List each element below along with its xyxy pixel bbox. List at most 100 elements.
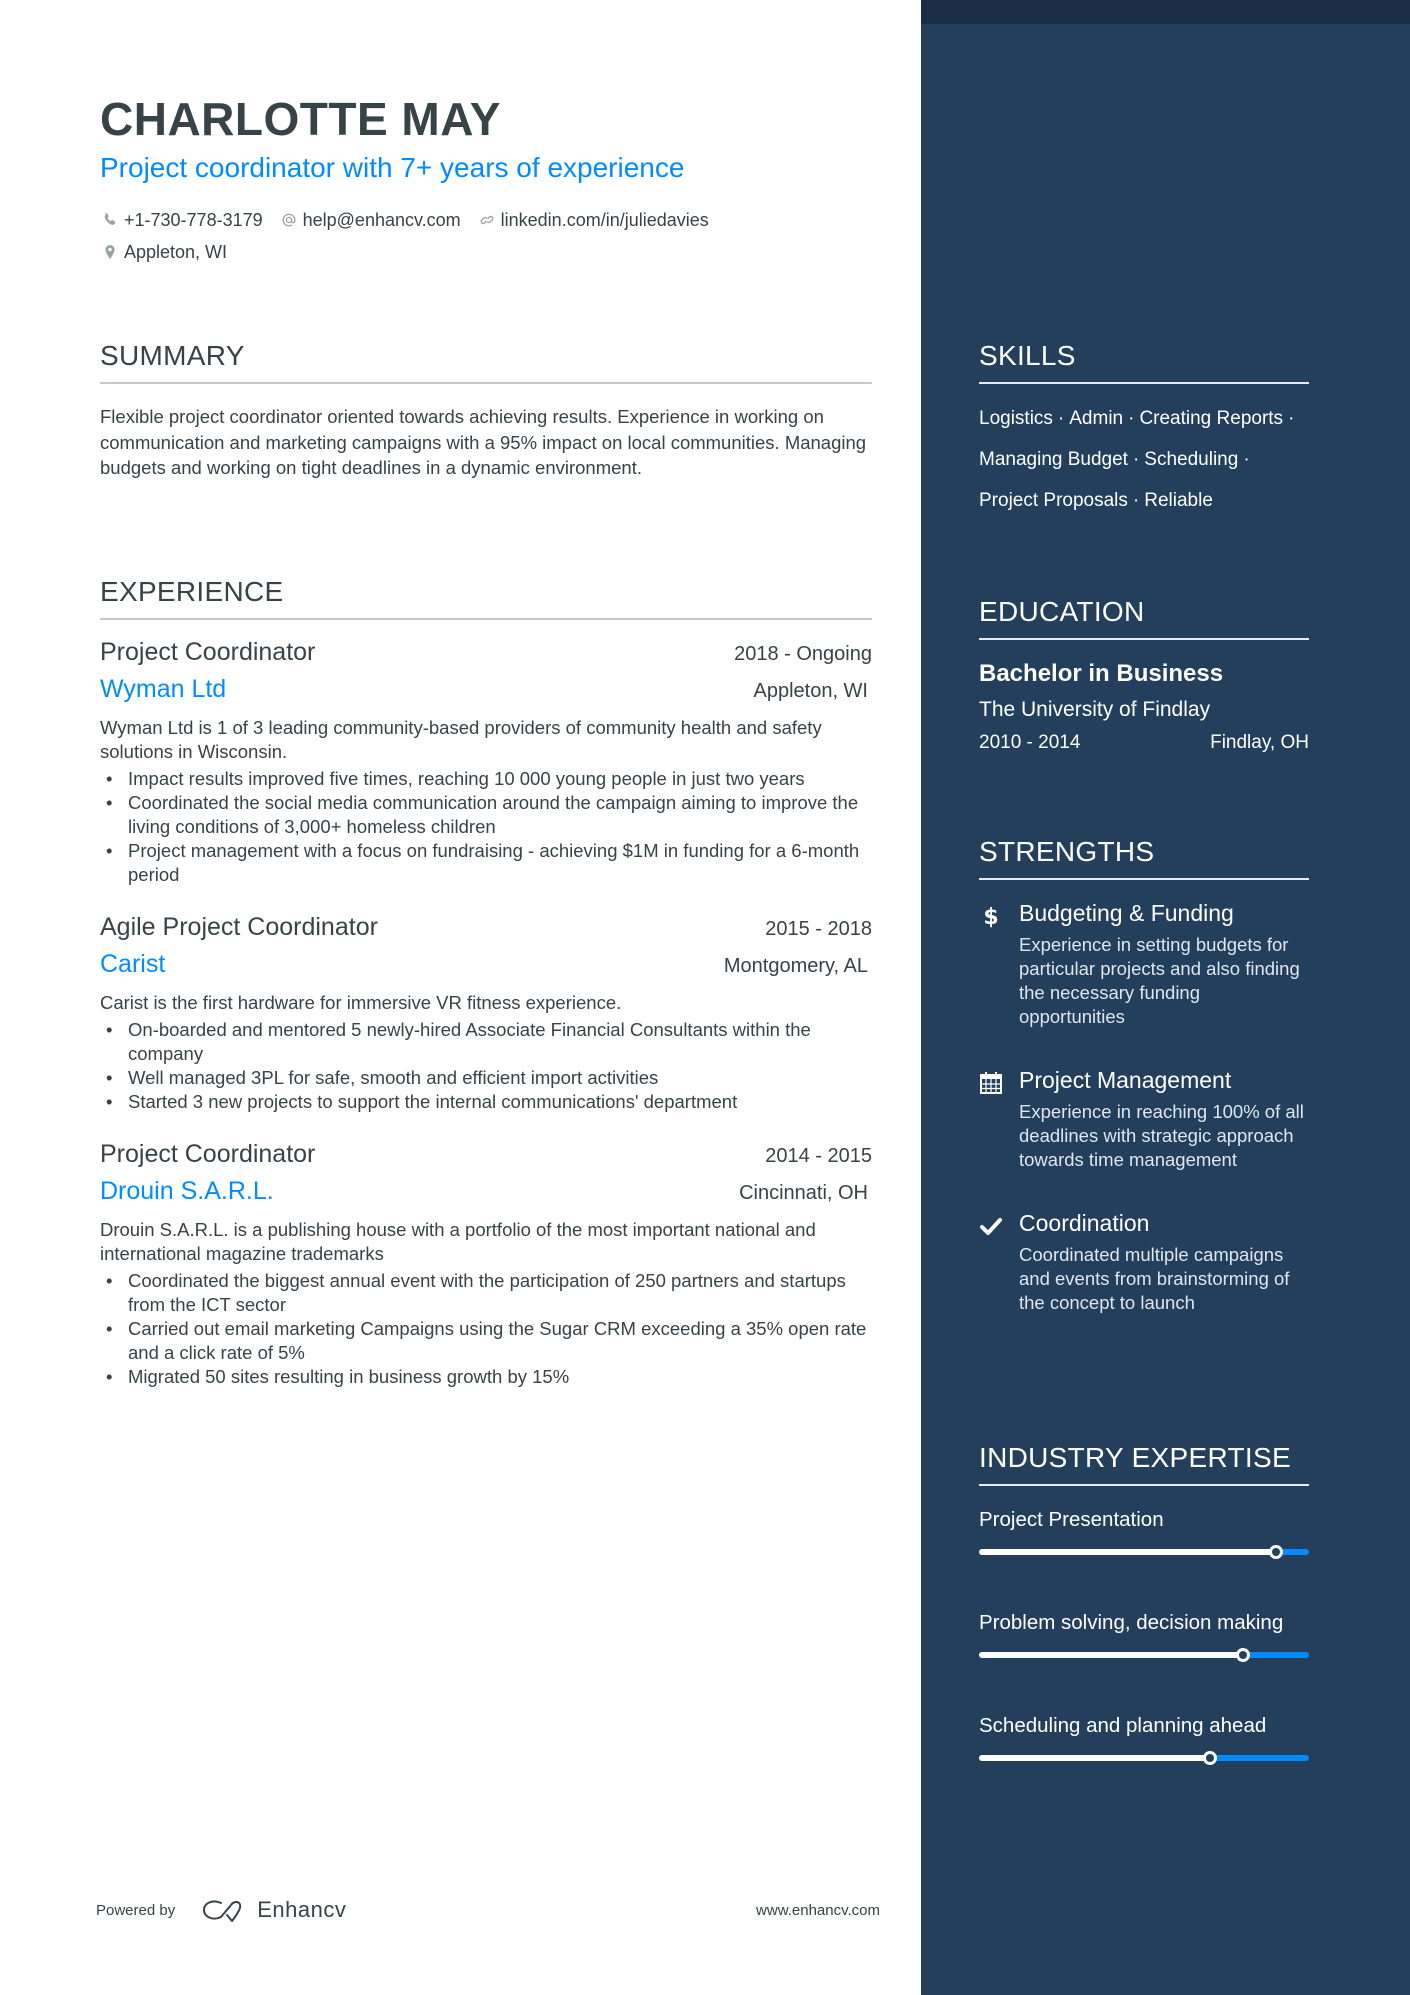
checkmark-icon xyxy=(979,1214,1003,1238)
strengths-section: STRENGTHS $ Budgeting & Funding Experien… xyxy=(979,836,1309,1315)
job-dates: 2015 - 2018 xyxy=(765,918,872,940)
job-bullet: Well managed 3PL for safe, smooth and ef… xyxy=(100,1066,872,1090)
summary-heading: SUMMARY xyxy=(100,340,245,371)
job-company: Carist xyxy=(100,950,166,978)
skill-separator: · xyxy=(1288,408,1295,429)
calendar-icon xyxy=(979,1071,1003,1095)
job-bullet: Migrated 50 sites resulting in business … xyxy=(100,1365,872,1389)
job-description: Wyman Ltd is 1 of 3 leading community-ba… xyxy=(100,717,822,762)
candidate-tagline: Project coordinator with 7+ years of exp… xyxy=(100,152,685,183)
job-company: Drouin S.A.R.L. xyxy=(100,1177,274,1205)
education-degree: Bachelor in Business xyxy=(979,660,1224,687)
summary-text: Flexible project coordinator oriented to… xyxy=(100,406,867,478)
level-fill xyxy=(979,1755,1210,1761)
enhancv-logo-icon xyxy=(203,1900,242,1922)
education-school: The University of Findlay xyxy=(979,698,1211,721)
sidebar: SKILLS Logistics · Admin · Creating Reports ·… xyxy=(921,0,1410,1995)
expertise-label: Project Presentation xyxy=(979,1508,1164,1531)
section-divider xyxy=(100,382,872,384)
location-pin-icon xyxy=(102,244,118,260)
skill-separator: · xyxy=(1132,449,1140,470)
svg-text:$: $ xyxy=(983,905,998,928)
contact-info: +1-730-778-3179 help@enhancv.com linkedi… xyxy=(102,208,882,272)
job-entry: Project Coordinator 2014 - 2015 Drouin S… xyxy=(100,1140,872,1389)
brand-name: Enhancv xyxy=(257,1897,347,1922)
job-location: Montgomery, AL xyxy=(723,955,868,977)
contact-location: Appleton, WI xyxy=(102,242,227,263)
contact-linkedin[interactable]: linkedin.com/in/juliedavies xyxy=(479,210,709,231)
job-bullet: Project management with a focus on fundr… xyxy=(100,839,872,887)
skill-item: Reliable xyxy=(1144,490,1213,511)
job-title: Agile Project Coordinator xyxy=(100,913,378,941)
skill-separator: · xyxy=(1243,449,1250,470)
industry-expertise-heading: INDUSTRY EXPERTISE xyxy=(979,1442,1291,1473)
skill-item: Project Proposals xyxy=(979,490,1128,511)
contact-linkedin-text: linkedin.com/in/juliedavies xyxy=(500,209,709,230)
strength-description: Coordinated multiple campaigns and event… xyxy=(1019,1244,1290,1313)
link-icon xyxy=(479,212,495,228)
strength-description: Experience in setting budgets for partic… xyxy=(1019,934,1300,1027)
job-entry: Project Coordinator 2018 - Ongoing Wyman… xyxy=(100,638,872,887)
job-bullet: Coordinated the social media communicati… xyxy=(100,791,872,839)
expertise-item: Project Presentation xyxy=(979,1506,1309,1559)
expertise-level-bar xyxy=(979,1545,1309,1559)
expertise-level-bar xyxy=(979,1751,1309,1765)
job-bullets: Impact results improved five times, reac… xyxy=(100,767,872,887)
skills-list: Logistics · Admin · Creating Reports · Managin… xyxy=(979,398,1324,521)
skill-separator: · xyxy=(1128,408,1135,429)
contact-email-text: help@enhancv.com xyxy=(302,209,461,230)
at-icon xyxy=(281,212,297,228)
level-knob xyxy=(1203,1751,1217,1765)
skill-item: Creating Reports xyxy=(1139,408,1284,429)
skill-item: Managing Budget xyxy=(979,449,1128,470)
expertise-item: Scheduling and planning ahead xyxy=(979,1712,1309,1765)
skills-heading: SKILLS xyxy=(979,340,1076,371)
enhancv-logo[interactable]: Enhancv xyxy=(201,1897,346,1923)
experience-section: EXPERIENCE Project Coordinator 2018 - On… xyxy=(100,576,872,1389)
section-divider xyxy=(979,638,1309,640)
skill-item: Admin xyxy=(1069,408,1124,429)
strength-description: Experience in reaching 100% of all deadl… xyxy=(1019,1101,1304,1170)
contact-location-text: Appleton, WI xyxy=(124,241,228,262)
contact-email[interactable]: help@enhancv.com xyxy=(281,210,461,231)
strength-title: Coordination xyxy=(1019,1210,1150,1236)
phone-icon xyxy=(102,212,118,228)
skill-item: Scheduling xyxy=(1144,449,1239,470)
job-title: Project Coordinator xyxy=(100,1140,316,1168)
level-fill xyxy=(979,1549,1276,1555)
expertise-level-bar xyxy=(979,1648,1309,1662)
job-title: Project Coordinator xyxy=(100,638,316,666)
footer: Powered by Enhancv www.enhancv.com xyxy=(96,1895,880,1925)
section-divider xyxy=(979,382,1309,384)
job-bullet: Started 3 new projects to support the in… xyxy=(100,1090,872,1114)
dollar-icon: $ xyxy=(979,904,1003,928)
skill-separator: · xyxy=(1132,490,1140,511)
job-bullets: Coordinated the biggest annual event wit… xyxy=(100,1269,872,1389)
summary-section: SUMMARY Flexible project coordinator ori… xyxy=(100,340,872,481)
job-entry: Agile Project Coordinator 2015 - 2018 Ca… xyxy=(100,913,872,1114)
job-dates: 2014 - 2015 xyxy=(765,1145,872,1167)
strength-item: Coordination Coordinated multiple campai… xyxy=(979,1210,1309,1315)
industry-expertise-section: INDUSTRY EXPERTISE Project Presentation … xyxy=(979,1442,1309,1765)
job-location: Cincinnati, OH xyxy=(739,1182,868,1204)
strength-item: Project Management Experience in reachin… xyxy=(979,1067,1309,1172)
job-description: Carist is the first hardware for immersi… xyxy=(100,992,622,1013)
candidate-name: CHARLOTTE MAY xyxy=(100,93,501,145)
education-section: EDUCATION Bachelor in Business The Unive… xyxy=(979,596,1309,754)
level-knob xyxy=(1236,1648,1250,1662)
level-knob xyxy=(1269,1545,1283,1559)
job-dates: 2018 - Ongoing xyxy=(734,643,872,665)
powered-by-label: Powered by xyxy=(96,1901,176,1919)
website-link[interactable]: www.enhancv.com xyxy=(756,1902,880,1919)
contact-phone-text: +1-730-778-3179 xyxy=(124,209,263,230)
job-bullet: On-boarded and mentored 5 newly-hired As… xyxy=(100,1018,872,1066)
expertise-item: Problem solving, decision making xyxy=(979,1609,1309,1662)
job-bullet: Carried out email marketing Campaigns us… xyxy=(100,1317,872,1365)
job-description: Drouin S.A.R.L. is a publishing house wi… xyxy=(100,1219,816,1264)
sidebar-top-band xyxy=(921,0,1410,24)
strength-title: Project Management xyxy=(1019,1067,1232,1093)
contact-phone[interactable]: +1-730-778-3179 xyxy=(102,210,263,231)
skill-separator: · xyxy=(1057,408,1065,429)
section-divider xyxy=(979,878,1309,880)
strength-title: Budgeting & Funding xyxy=(1019,900,1234,926)
